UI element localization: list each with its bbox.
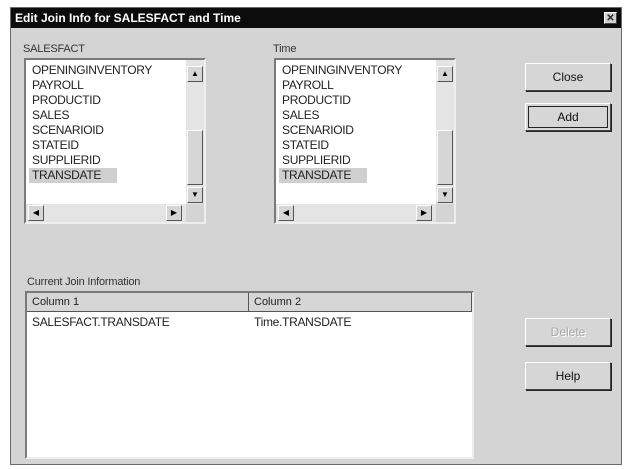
list-item[interactable]: PAYROLL (29, 78, 183, 93)
join-info-label: Current Join Information (27, 276, 141, 288)
list-item[interactable]: SALES (279, 108, 433, 123)
list-item[interactable]: SALES (29, 108, 183, 123)
help-button[interactable]: Help (525, 362, 611, 390)
add-button[interactable]: Add (525, 103, 611, 131)
list-item[interactable]: STATEID (29, 138, 183, 153)
scroll-corner (436, 204, 454, 222)
title-bar: Edit Join Info for SALESFACT and Time ✕ (11, 8, 621, 28)
join-info-list[interactable]: Column 1 Column 2 SALESFACT.TRANSDATE Ti… (25, 291, 474, 459)
list-item[interactable]: SCENARIOID (279, 123, 433, 138)
join-cell-column1: SALESFACT.TRANSDATE (32, 315, 170, 329)
scroll-corner (186, 204, 204, 222)
time-column-list[interactable]: OPENINGINVENTORY PAYROLL PRODUCTID SALES… (274, 58, 456, 224)
salesfact-label: SALESFACT (23, 43, 85, 55)
scroll-right-icon[interactable]: ▶ (166, 205, 182, 221)
time-items: OPENINGINVENTORY PAYROLL PRODUCTID SALES… (279, 63, 433, 183)
list-item-selected[interactable]: TRANSDATE (29, 168, 117, 183)
list-item[interactable]: PRODUCTID (29, 93, 183, 108)
delete-button[interactable]: Delete (525, 318, 611, 346)
list-item-selected[interactable]: TRANSDATE (279, 168, 367, 183)
list-item[interactable]: PRODUCTID (279, 93, 433, 108)
list-item[interactable]: OPENINGINVENTORY (29, 63, 183, 78)
scroll-left-icon[interactable]: ◀ (28, 205, 44, 221)
scroll-down-icon[interactable]: ▼ (437, 187, 453, 203)
vertical-scrollbar[interactable]: ▲ ▼ (186, 60, 204, 204)
close-icon[interactable]: ✕ (604, 12, 617, 24)
list-item[interactable]: SCENARIOID (29, 123, 183, 138)
scroll-thumb[interactable] (437, 130, 453, 185)
dialog-title: Edit Join Info for SALESFACT and Time (15, 11, 241, 25)
edit-join-dialog: Edit Join Info for SALESFACT and Time ✕ … (10, 7, 622, 465)
scroll-up-icon[interactable]: ▲ (437, 66, 453, 82)
scroll-left-icon[interactable]: ◀ (278, 205, 294, 221)
scroll-up-icon[interactable]: ▲ (187, 66, 203, 82)
scroll-right-icon[interactable]: ▶ (416, 205, 432, 221)
salesfact-items: OPENINGINVENTORY PAYROLL PRODUCTID SALES… (29, 63, 183, 183)
horizontal-scrollbar[interactable]: ◀ ▶ (26, 204, 186, 222)
horizontal-scrollbar[interactable]: ◀ ▶ (276, 204, 436, 222)
column-header-1[interactable]: Column 1 (27, 293, 249, 312)
salesfact-column-list[interactable]: OPENINGINVENTORY PAYROLL PRODUCTID SALES… (24, 58, 206, 224)
join-cell-column2: Time.TRANSDATE (254, 315, 352, 329)
list-item[interactable]: SUPPLIERID (279, 153, 433, 168)
time-label: Time (273, 43, 297, 55)
close-button[interactable]: Close (525, 63, 611, 91)
list-item[interactable]: STATEID (279, 138, 433, 153)
vertical-scrollbar[interactable]: ▲ ▼ (436, 60, 454, 204)
list-item[interactable]: OPENINGINVENTORY (279, 63, 433, 78)
list-item[interactable]: PAYROLL (279, 78, 433, 93)
scroll-thumb[interactable] (187, 130, 203, 185)
scroll-down-icon[interactable]: ▼ (187, 187, 203, 203)
list-item[interactable]: SUPPLIERID (29, 153, 183, 168)
column-header-2[interactable]: Column 2 (249, 293, 472, 312)
